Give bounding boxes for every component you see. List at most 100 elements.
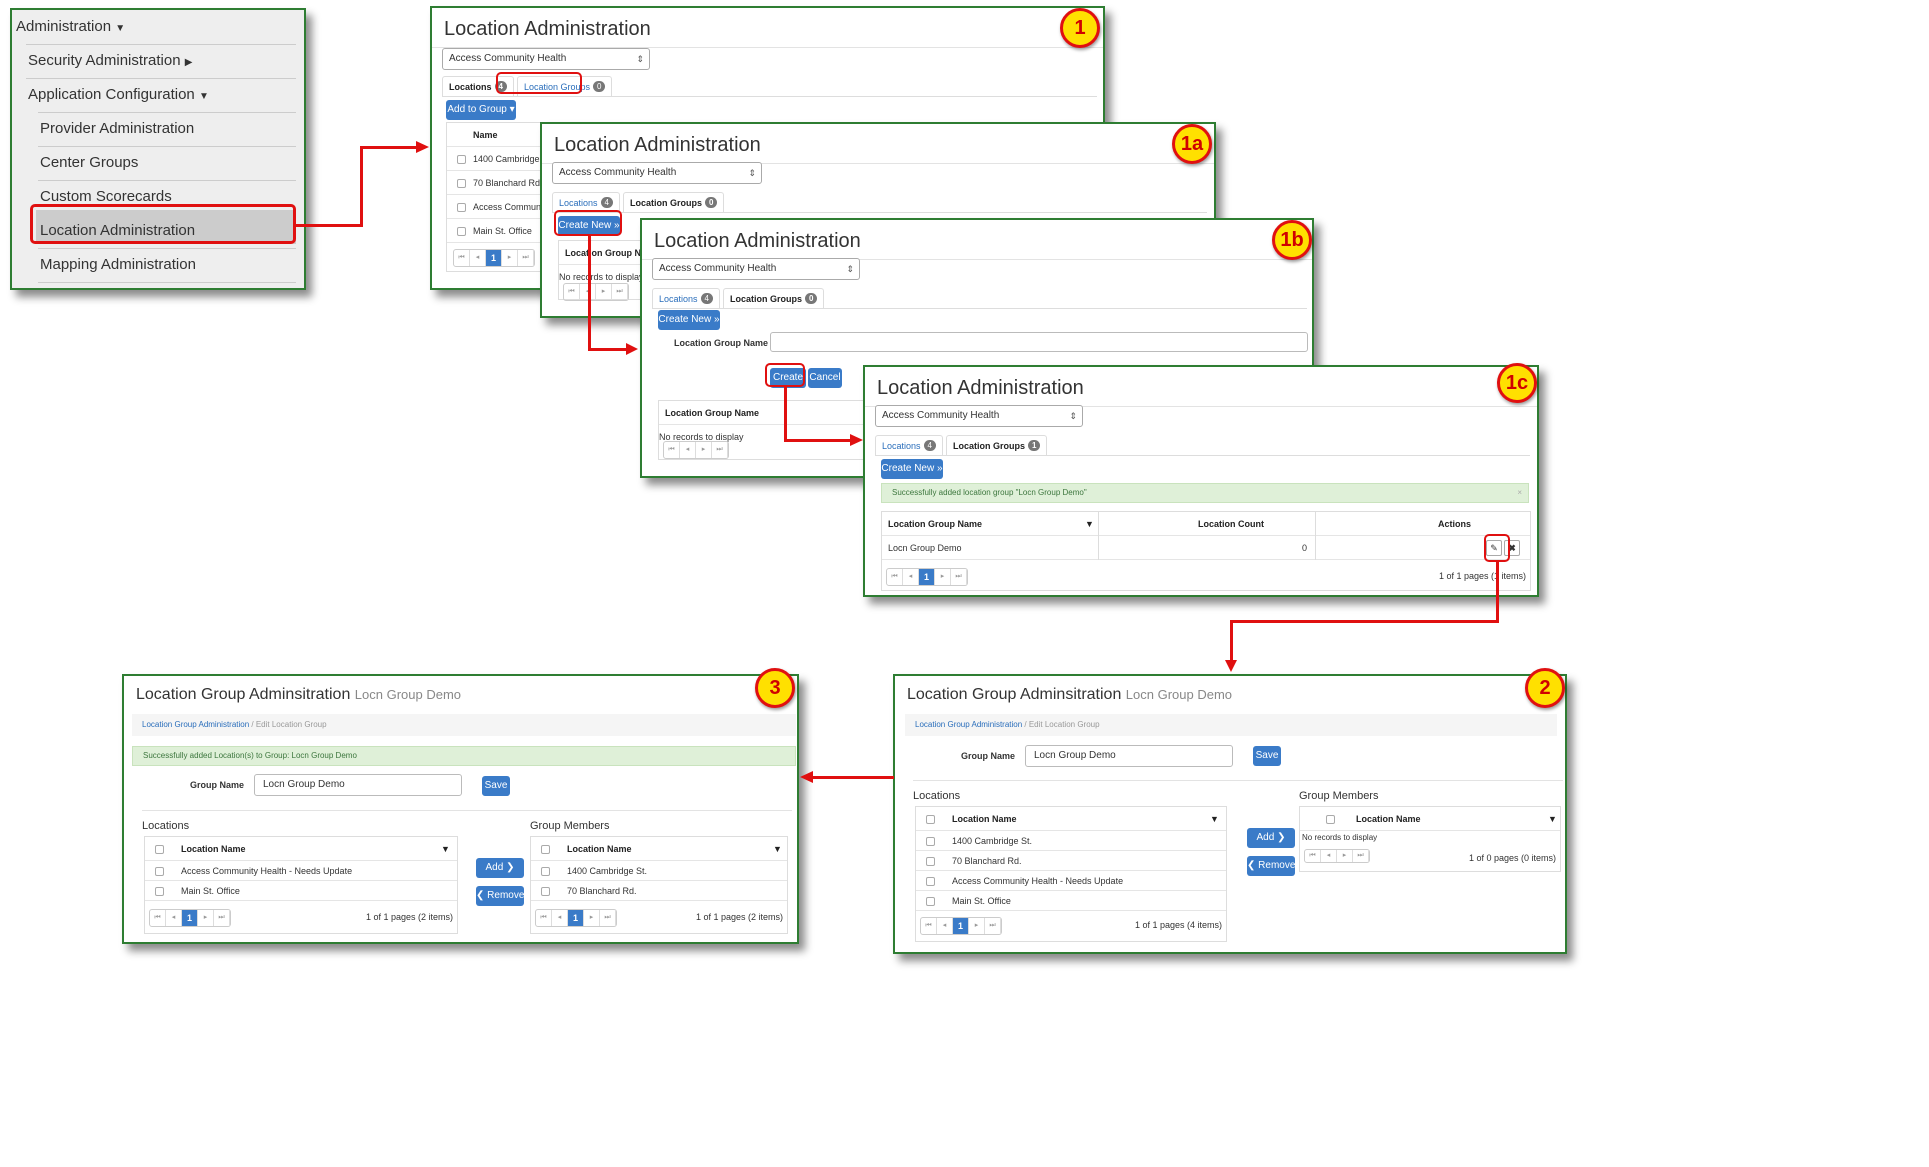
step-badge-1: 1 <box>1060 8 1100 48</box>
arrow-head-icon <box>416 141 429 153</box>
grid-pager[interactable]: ⏮ ◂ 1 ▸ ⏭ <box>149 909 231 927</box>
add-button[interactable]: Add ❯ <box>476 858 524 878</box>
remove-button[interactable]: ❮ Remove <box>476 886 524 906</box>
caret-down-icon: ▼ <box>115 23 126 34</box>
breadcrumb: Location Group Administration / Edit Loc… <box>905 714 1557 736</box>
grid-header: Location Name ▼ <box>916 807 1226 831</box>
tab-locations[interactable]: Locations 4 <box>652 288 720 308</box>
locations-heading: Locations <box>913 790 961 802</box>
filter-icon[interactable]: ▼ <box>441 837 450 861</box>
panel-step-3: Location Group Adminsitration Locn Group… <box>122 674 799 944</box>
step-badge-2: 2 <box>1525 668 1565 708</box>
grid-pager[interactable]: ⏮◂▸⏭ <box>1304 849 1370 863</box>
pager-info: 1 of 1 pages (4 items) <box>1134 920 1222 930</box>
success-alert: Successfully added Location(s) to Group:… <box>132 746 796 766</box>
tab-locations[interactable]: Locations 4 <box>552 192 620 212</box>
cancel-button[interactable]: Cancel <box>808 368 842 388</box>
grid-header: Location Group Name <box>659 401 877 425</box>
table-row[interactable]: Main St. Office <box>916 891 1226 911</box>
grid-header: Location Name ▼ <box>145 837 457 861</box>
group-name-label: Group Name <box>190 780 245 790</box>
save-button[interactable]: Save <box>1253 746 1281 766</box>
org-select[interactable]: Access Community Health ⇕ <box>552 162 762 184</box>
group-members-heading: Group Members <box>530 820 610 832</box>
highlight-location-groups-tab <box>496 72 582 94</box>
available-locations-grid: Location Name ▼ Access Community Health -… <box>144 836 458 934</box>
menu-center-groups[interactable]: Center Groups <box>40 154 138 171</box>
menu-security-administration[interactable]: Security Administration ▶ <box>28 52 192 69</box>
create-new-button[interactable]: Create New » <box>658 310 720 330</box>
admin-menu: Administration ▼ Security Administration… <box>10 8 306 290</box>
grid-header: Location Group Name ▼ Location Count Act… <box>882 512 1530 536</box>
org-select[interactable]: Access Community Health ⇕ <box>442 48 650 70</box>
remove-button[interactable]: ❮ Remove <box>1247 856 1295 876</box>
create-new-button[interactable]: Create New » <box>881 459 943 479</box>
menu-provider-administration[interactable]: Provider Administration <box>40 120 194 137</box>
location-group-name-input[interactable] <box>770 332 1308 352</box>
select-caret-icon: ⇕ <box>748 168 756 178</box>
table-row[interactable]: Main St. Office <box>145 881 457 901</box>
table-row[interactable]: 70 Blanchard Rd. <box>916 851 1226 871</box>
caret-down-icon: ▼ <box>198 91 209 102</box>
menu-administration[interactable]: Administration ▼ <box>16 18 125 35</box>
org-select[interactable]: Access Community Health ⇕ <box>875 405 1083 427</box>
menu-mapping-administration[interactable]: Mapping Administration <box>40 256 196 273</box>
step-badge-3: 3 <box>755 668 795 708</box>
pager-info: 1 of 1 pages (1 items) <box>1438 571 1526 581</box>
grid-header: Location Name ▼ <box>531 837 787 861</box>
grid-pager[interactable]: ⏮◂▸⏭ <box>663 441 729 459</box>
table-row[interactable]: Access Community Health - Needs Update <box>916 871 1226 891</box>
org-select[interactable]: Access Community Health ⇕ <box>652 258 860 280</box>
table-row[interactable]: 1400 Cambridge St. <box>916 831 1226 851</box>
tab-location-groups[interactable]: Location Groups 0 <box>722 288 825 308</box>
table-row[interactable]: 1400 Cambridge St. <box>531 861 787 881</box>
step-badge-1c: 1c <box>1497 363 1537 403</box>
grid-pager[interactable]: ⏮◂▸⏭ <box>563 283 629 301</box>
select-caret-icon: ⇕ <box>636 54 644 64</box>
menu-custom-scorecards[interactable]: Custom Scorecards <box>40 188 172 205</box>
step-badge-1b: 1b <box>1272 220 1312 260</box>
form-label: Location Group Name <box>674 338 769 348</box>
location-groups-grid: Location Group Name ▼ Location Count Act… <box>881 511 1531 591</box>
close-icon[interactable]: × <box>1517 484 1522 502</box>
table-row[interactable]: 70 Blanchard Rd. <box>531 881 787 901</box>
grid-pager[interactable]: ⏮ ◂ 1 ▸ ⏭ <box>453 249 535 267</box>
group-name-input[interactable]: Locn Group Demo <box>254 774 462 796</box>
tab-location-groups[interactable]: Location Groups 0 <box>622 192 725 212</box>
page-title: Location Administration <box>642 220 1312 260</box>
highlight-create-button <box>765 363 805 387</box>
group-members-heading: Group Members <box>1299 790 1379 802</box>
filter-icon[interactable]: ▼ <box>1085 512 1094 536</box>
menu-application-configuration[interactable]: Application Configuration ▼ <box>28 86 209 103</box>
page-title: Location Administration <box>542 124 1214 164</box>
table-row[interactable]: Access Community Health - Needs Update <box>145 861 457 881</box>
pager-info: 1 of 0 pages (0 items) <box>1468 853 1556 863</box>
arrow-head-icon <box>850 434 863 446</box>
add-to-group-button[interactable]: Add to Group ▾ <box>446 100 516 120</box>
filter-icon[interactable]: ▼ <box>1210 807 1219 831</box>
grid-pager[interactable]: ⏮ ◂ 1 ▸ ⏭ <box>920 917 1002 935</box>
tab-location-groups[interactable]: Location Groups 1 <box>945 435 1048 455</box>
add-button[interactable]: Add ❯ <box>1247 828 1295 848</box>
group-name-input[interactable]: Locn Group Demo <box>1025 745 1233 767</box>
page-title: Location Group Adminsitration Locn Group… <box>136 686 462 703</box>
arrow-head-icon <box>800 771 813 783</box>
empty-message: No records to display <box>1302 833 1378 842</box>
breadcrumb: Location Group Administration / Edit Loc… <box>132 714 796 736</box>
tab-locations[interactable]: Locations 4 <box>875 435 943 455</box>
breadcrumb-link[interactable]: Location Group Administration <box>142 720 249 729</box>
arrow-head-icon <box>1225 660 1237 672</box>
save-button[interactable]: Save <box>482 776 510 796</box>
step-badge-1a: 1a <box>1172 124 1212 164</box>
table-row[interactable]: Locn Group Demo 0 ✎ ✖ <box>882 536 1530 560</box>
grid-pager[interactable]: ⏮ ◂ 1 ▸ ⏭ <box>886 568 968 586</box>
filter-icon[interactable]: ▼ <box>1548 807 1557 831</box>
page-title: Location Administration <box>432 8 1103 48</box>
panel-step-2: Location Group Adminsitration Locn Group… <box>893 674 1567 954</box>
filter-icon[interactable]: ▼ <box>773 837 782 861</box>
grid-pager[interactable]: ⏮ ◂ 1 ▸ ⏭ <box>535 909 617 927</box>
select-caret-icon: ⇕ <box>846 264 854 274</box>
panel-step-1c: Location Administration Access Community… <box>863 365 1539 597</box>
breadcrumb-link[interactable]: Location Group Administration <box>915 720 1022 729</box>
highlight-location-administration <box>30 204 296 244</box>
